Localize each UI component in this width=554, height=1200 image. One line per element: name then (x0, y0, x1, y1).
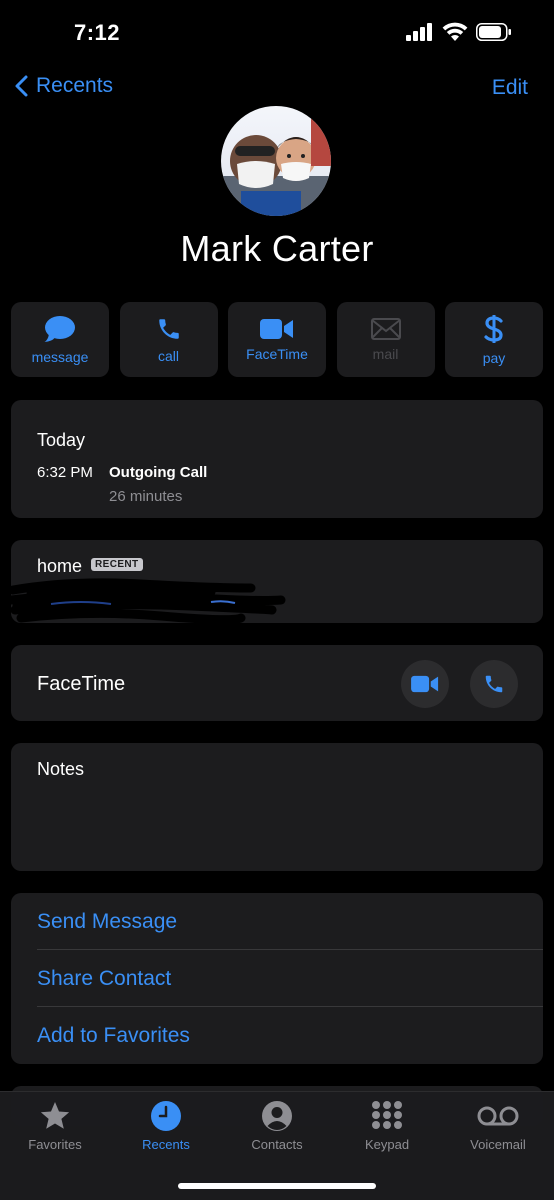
contact-name: Mark Carter (180, 228, 374, 269)
pay-action-label: pay (482, 349, 506, 366)
tab-favorites-label: Favorites (28, 1137, 82, 1152)
back-button[interactable]: Recents (14, 74, 113, 98)
phone-icon (158, 318, 179, 339)
notes-card[interactable]: Notes (11, 743, 543, 871)
status-time: 7:12 (74, 20, 121, 45)
status-icons (406, 22, 512, 41)
tab-favorites[interactable]: Favorites (0, 1100, 110, 1152)
battery-icon (476, 22, 511, 41)
chevron-left-icon (15, 75, 28, 97)
video-camera-icon (411, 675, 439, 693)
home-indicator (178, 1183, 376, 1189)
call-action-label: call (157, 347, 179, 364)
share-contact-link[interactable]: Share Contact (37, 950, 543, 1007)
call-time: 6:32 PM (37, 464, 93, 481)
call-type: Outgoing Call (109, 464, 208, 481)
phone-number-card[interactable]: home RECENT (11, 540, 543, 623)
cellular-signal-icon (406, 22, 432, 41)
facetime-label: FaceTime (37, 673, 126, 695)
mail-action-label: mail (372, 345, 399, 362)
keypad-icon (372, 1101, 402, 1129)
message-action-button[interactable]: message (11, 302, 109, 377)
voicemail-icon (477, 1106, 519, 1126)
call-action-button[interactable]: call (119, 302, 218, 377)
tab-contacts-label: Contacts (251, 1137, 303, 1152)
recent-calls-card: Today 6:32 PM Outgoing Call 26 minutes (11, 400, 543, 518)
facetime-video-button[interactable] (401, 660, 449, 708)
tab-keypad-label: Keypad (364, 1137, 410, 1152)
edit-button[interactable]: Edit (492, 76, 528, 100)
envelope-icon (370, 317, 401, 340)
facetime-action-label: FaceTime (246, 345, 308, 362)
pay-action-button[interactable]: pay (445, 302, 543, 377)
person-circle-icon (262, 1101, 292, 1131)
facetime-card: FaceTime (11, 645, 543, 721)
send-message-link[interactable]: Send Message (37, 893, 543, 950)
tab-recents-label: Recents (142, 1137, 190, 1152)
avatar (221, 106, 331, 216)
notes-label: Notes (37, 759, 85, 779)
video-camera-icon (260, 318, 293, 339)
contact-photo (221, 106, 331, 216)
tab-recents[interactable]: Recents (111, 1100, 221, 1152)
mail-action-button[interactable]: mail (336, 302, 435, 377)
clock-icon (151, 1101, 181, 1131)
tab-keypad[interactable]: Keypad (332, 1100, 442, 1152)
message-action-label: message (31, 348, 89, 365)
tab-voicemail[interactable]: Voicemail (443, 1100, 553, 1152)
wifi-icon (442, 22, 468, 41)
facetime-audio-button[interactable] (470, 660, 518, 708)
recent-calls-day: Today (37, 430, 86, 450)
dollar-icon (484, 314, 503, 343)
facetime-action-button[interactable]: FaceTime (228, 302, 326, 377)
tab-contacts[interactable]: Contacts (222, 1100, 332, 1152)
star-icon (40, 1102, 70, 1129)
quick-actions: message call FaceTime mail pay (11, 302, 543, 377)
message-bubble-icon (44, 315, 75, 342)
back-button-label: Recents (36, 74, 114, 97)
status-bar: 7:12 (0, 0, 554, 60)
add-to-favorites-link[interactable]: Add to Favorites (37, 1007, 543, 1064)
tab-voicemail-label: Voicemail (470, 1137, 526, 1152)
redacted-phone-number (11, 578, 286, 623)
call-duration: 26 minutes (109, 488, 183, 505)
phone-icon (485, 675, 503, 693)
contact-actions-list: Send Message Share Contact Add to Favori… (11, 893, 543, 1064)
